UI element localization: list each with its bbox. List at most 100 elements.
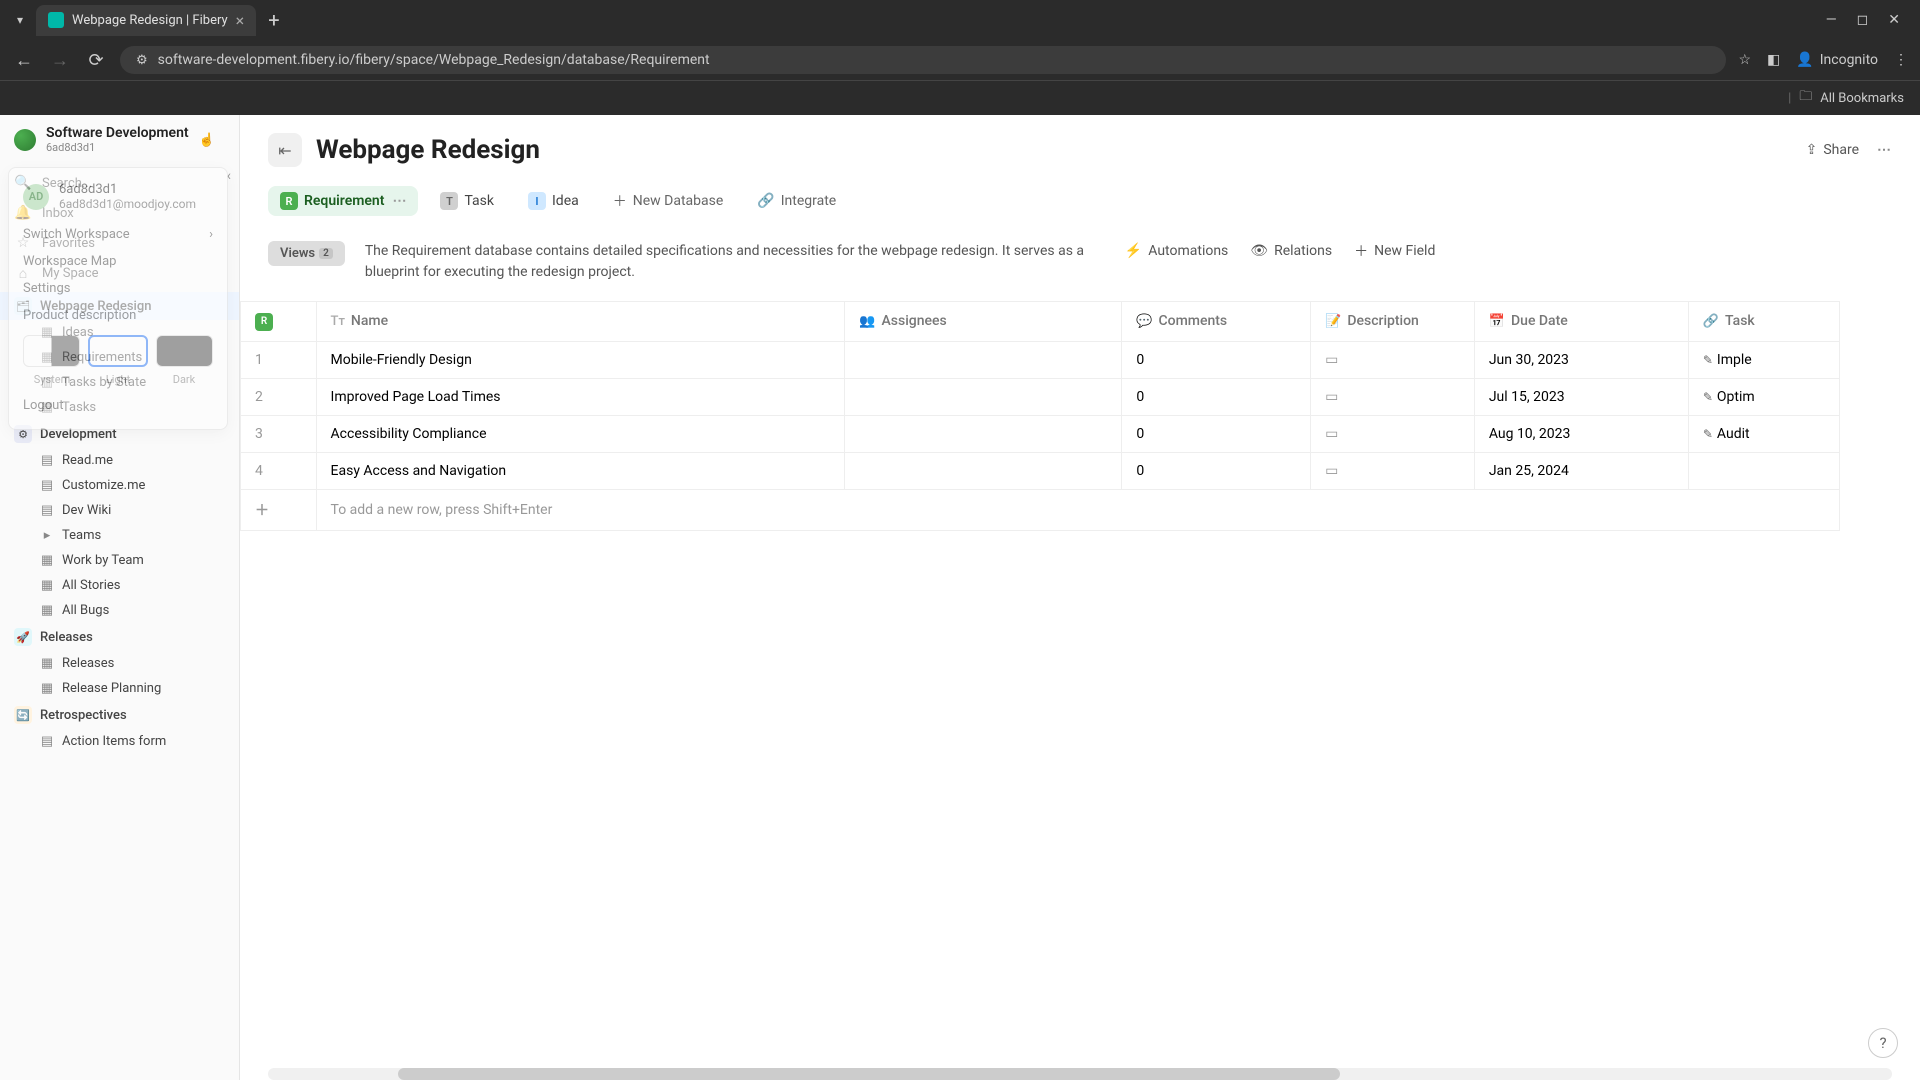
cell-description[interactable]: ▭ (1311, 341, 1475, 378)
new-database-button[interactable]: ＋ New Database (601, 185, 736, 217)
browser-tab[interactable]: Webpage Redesign | Fibery × (36, 5, 256, 36)
automations-button[interactable]: ⚡Automations (1125, 241, 1228, 261)
cell-task[interactable]: ✎Imple (1688, 341, 1839, 378)
relations-icon: 👁 (1250, 243, 1268, 259)
incognito-icon: 👤 (1796, 52, 1813, 68)
popup-switch-workspace[interactable]: Switch Workspace › (9, 221, 227, 248)
tree-item-release-planning[interactable]: ▦Release Planning (0, 676, 239, 701)
tab-dropdown-icon[interactable]: ▾ (8, 8, 32, 32)
col-comments[interactable]: 💬Comments (1122, 302, 1311, 342)
db-tab-idea[interactable]: I Idea (516, 186, 591, 216)
description-row: Views 2 The Requirement database contain… (240, 225, 1920, 301)
panel-icon[interactable]: ◧ (1767, 52, 1780, 68)
close-window-icon[interactable]: ✕ (1888, 12, 1900, 28)
minimize-icon[interactable]: — (1826, 12, 1837, 28)
cell-name[interactable]: Easy Access and Navigation (316, 452, 845, 489)
popup-settings[interactable]: Settings (9, 275, 227, 302)
tree-item-customizeme[interactable]: ▤Customize.me (0, 473, 239, 498)
cell-comments[interactable]: 0 (1122, 378, 1311, 415)
popup-logout[interactable]: Logout (9, 392, 227, 419)
workspace-menu-popup: AD 6ad8d3d1 6ad8d3d1@moodjoy.com Switch … (8, 167, 228, 430)
col-description[interactable]: 📝Description (1311, 302, 1475, 342)
cell-duedate[interactable]: Jun 30, 2023 (1474, 341, 1688, 378)
popup-product-description[interactable]: Product description (9, 302, 227, 329)
theme-system[interactable] (23, 335, 80, 367)
col-index[interactable]: R (241, 302, 317, 342)
table-scroll[interactable]: R TтName 👥Assignees 💬Comments 📝Descripti… (240, 301, 1920, 1080)
col-duedate[interactable]: 📅Due Date (1474, 302, 1688, 342)
tree-item-devwiki[interactable]: ▤Dev Wiki (0, 498, 239, 523)
url-input[interactable]: ⚙ software-development.fibery.io/fibery/… (120, 46, 1726, 74)
bookmark-star-icon[interactable]: ☆ (1738, 52, 1751, 68)
db-tab-task[interactable]: T Task (428, 186, 506, 216)
views-button[interactable]: Views 2 (268, 241, 345, 266)
tree-item-action-items[interactable]: ▤Action Items form (0, 729, 239, 754)
doc-preview-icon: ▭ (1325, 389, 1338, 405)
theme-dark[interactable] (156, 335, 213, 367)
add-row[interactable]: ＋To add a new row, press Shift+Enter (241, 489, 1840, 530)
cell-description[interactable]: ▭ (1311, 415, 1475, 452)
col-task[interactable]: 🔗Task (1688, 302, 1839, 342)
cell-name[interactable]: Mobile-Friendly Design (316, 341, 845, 378)
workspace-header[interactable]: Software Development 6ad8d3d1 ☝ (0, 115, 239, 164)
cell-comments[interactable]: 0 (1122, 341, 1311, 378)
relations-button[interactable]: 👁Relations (1250, 241, 1332, 261)
cell-assignees[interactable] (845, 378, 1122, 415)
cell-task[interactable] (1688, 452, 1839, 489)
cell-name[interactable]: Accessibility Compliance (316, 415, 845, 452)
horizontal-scrollbar[interactable] (268, 1068, 1892, 1080)
reload-icon[interactable]: ⟳ (84, 50, 108, 71)
tree-item-workbyteam[interactable]: ▦Work by Team (0, 548, 239, 573)
table-row[interactable]: 4Easy Access and Navigation0▭Jan 25, 202… (241, 452, 1840, 489)
doc-preview-icon: ▭ (1325, 463, 1338, 479)
requirement-badge-icon: R (280, 192, 298, 210)
db-tab-requirement[interactable]: R Requirement ⋯ (268, 186, 418, 216)
back-icon[interactable]: ← (12, 50, 36, 71)
cell-description[interactable]: ▭ (1311, 452, 1475, 489)
cell-duedate[interactable]: Jan 25, 2024 (1474, 452, 1688, 489)
tree-item-readme[interactable]: ▤Read.me (0, 448, 239, 473)
cell-assignees[interactable] (845, 452, 1122, 489)
share-button[interactable]: ⇪ Share (1806, 142, 1859, 158)
space-retrospectives[interactable]: 🔄 Retrospectives (0, 701, 239, 729)
tab-more-icon[interactable]: ⋯ (392, 193, 406, 209)
table-row[interactable]: 2Improved Page Load Times0▭Jul 15, 2023✎… (241, 378, 1840, 415)
plus-icon: ＋ (613, 191, 627, 211)
collapse-toggle-icon[interactable]: ⇤ (268, 133, 302, 167)
cell-comments[interactable]: 0 (1122, 415, 1311, 452)
cell-duedate[interactable]: Aug 10, 2023 (1474, 415, 1688, 452)
help-button[interactable]: ? (1868, 1028, 1898, 1058)
cell-name[interactable]: Improved Page Load Times (316, 378, 845, 415)
cell-comments[interactable]: 0 (1122, 452, 1311, 489)
scrollbar-thumb[interactable] (398, 1068, 1340, 1080)
cell-description[interactable]: ▭ (1311, 378, 1475, 415)
new-tab-button[interactable]: + (260, 8, 287, 32)
cell-duedate[interactable]: Jul 15, 2023 (1474, 378, 1688, 415)
cell-assignees[interactable] (845, 415, 1122, 452)
space-icon: 🚀 (14, 628, 32, 646)
maximize-icon[interactable]: ◻ (1857, 12, 1869, 28)
all-bookmarks-link[interactable]: All Bookmarks (1820, 91, 1904, 106)
close-tab-icon[interactable]: × (236, 11, 245, 30)
space-releases[interactable]: 🚀 Releases (0, 623, 239, 651)
popup-workspace-map[interactable]: Workspace Map (9, 248, 227, 275)
integrate-button[interactable]: 🔗 Integrate (745, 187, 848, 215)
cell-task[interactable]: ✎Optim (1688, 378, 1839, 415)
cell-task[interactable]: ✎Audit (1688, 415, 1839, 452)
tree-item-allbugs[interactable]: ▦All Bugs (0, 598, 239, 623)
page-more-icon[interactable]: ⋯ (1877, 142, 1892, 158)
tree-item-teams[interactable]: ▸Teams (0, 523, 239, 548)
theme-light[interactable] (88, 335, 147, 367)
browser-menu-icon[interactable]: ⋮ (1894, 52, 1908, 68)
site-info-icon[interactable]: ⚙ (136, 53, 148, 68)
col-assignees[interactable]: 👥Assignees (845, 302, 1122, 342)
tree-item-releases[interactable]: ▦Releases (0, 651, 239, 676)
table-row[interactable]: 1Mobile-Friendly Design0▭Jun 30, 2023✎Im… (241, 341, 1840, 378)
table-row[interactable]: 3Accessibility Compliance0▭Aug 10, 2023✎… (241, 415, 1840, 452)
new-field-button[interactable]: ＋New Field (1354, 241, 1435, 261)
cell-assignees[interactable] (845, 341, 1122, 378)
forward-icon[interactable]: → (48, 50, 72, 71)
col-name[interactable]: TтName (316, 302, 845, 342)
add-row-plus-icon[interactable]: ＋ (241, 489, 317, 530)
tree-item-allstories[interactable]: ▦All Stories (0, 573, 239, 598)
